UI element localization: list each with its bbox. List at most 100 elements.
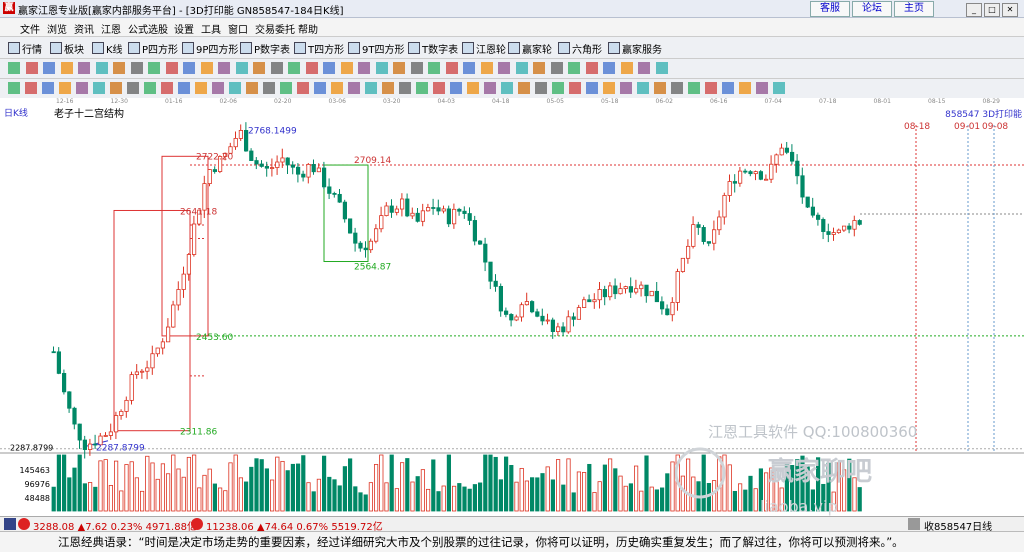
menu-browse[interactable]: 浏览 <box>47 21 67 36</box>
draw-tool-icon-5[interactable] <box>78 62 90 74</box>
analysis-tool-icon-20[interactable] <box>331 82 343 94</box>
analysis-tool-icon-11[interactable] <box>178 82 190 94</box>
analysis-tool-icon-27[interactable] <box>450 82 462 94</box>
draw-tool-icon-8[interactable] <box>130 62 143 74</box>
analysis-tool-icon-24[interactable] <box>399 82 411 94</box>
tb-hexagon[interactable]: 六角形 <box>558 41 602 56</box>
draw-tool-icon-4[interactable] <box>60 62 73 74</box>
analysis-tool-icon-7[interactable] <box>110 82 122 94</box>
analysis-tool-icon-23[interactable] <box>382 82 394 94</box>
draw-tool-icon-14[interactable] <box>235 62 248 74</box>
analysis-tool-icon-10[interactable] <box>161 82 173 94</box>
maximize-icon[interactable]: □ <box>984 3 1000 17</box>
tb-sectors[interactable]: 板块 <box>50 41 84 56</box>
menu-help[interactable]: 帮助 <box>298 21 318 36</box>
analysis-tool-icon-32[interactable] <box>535 82 547 94</box>
analysis-tool-icon-4[interactable] <box>59 82 71 94</box>
analysis-tool-icon-37[interactable] <box>620 82 632 94</box>
draw-tool-icon-22[interactable] <box>375 62 388 74</box>
draw-tool-icon-3[interactable] <box>43 62 55 74</box>
draw-tool-icon-20[interactable] <box>340 62 353 74</box>
analysis-tool-icon-13[interactable] <box>212 82 224 94</box>
draw-tool-icon-30[interactable] <box>515 62 528 74</box>
draw-tool-icon-7[interactable] <box>113 62 125 74</box>
menu-window[interactable]: 窗口 <box>228 21 248 36</box>
analysis-tool-icon-43[interactable] <box>722 82 734 94</box>
draw-tool-icon-12[interactable] <box>200 62 213 74</box>
draw-tool-icon-32[interactable] <box>550 62 563 74</box>
analysis-tool-icon-15[interactable] <box>246 82 258 94</box>
analysis-tool-icon-19[interactable] <box>314 82 326 94</box>
analysis-tool-icon-42[interactable] <box>705 82 717 94</box>
analysis-tool-icon-45[interactable] <box>756 82 768 94</box>
tb-service[interactable]: 赢家服务 <box>608 41 662 56</box>
menu-gann[interactable]: 江恩 <box>101 21 121 36</box>
analysis-tool-icon-22[interactable] <box>365 82 377 94</box>
analysis-tool-icon-18[interactable] <box>297 82 309 94</box>
draw-tool-icon-29[interactable] <box>498 62 510 74</box>
analysis-tool-icon-40[interactable] <box>671 82 683 94</box>
analysis-tool-icon-36[interactable] <box>603 82 615 94</box>
tb-gann-wheel[interactable]: 江恩轮 <box>462 41 506 56</box>
analysis-tool-icon-39[interactable] <box>654 82 666 94</box>
tb-winner-wheel[interactable]: 赢家轮 <box>508 41 552 56</box>
draw-tool-icon-18[interactable] <box>305 62 318 74</box>
analysis-tool-icon-29[interactable] <box>484 82 496 94</box>
analysis-tool-icon-17[interactable] <box>280 82 292 94</box>
draw-tool-icon-38[interactable] <box>655 62 668 74</box>
draw-tool-icon-17[interactable] <box>288 62 300 74</box>
draw-tool-icon-28[interactable] <box>480 62 493 74</box>
draw-tool-icon-33[interactable] <box>568 62 580 74</box>
draw-tool-icon-27[interactable] <box>463 62 475 74</box>
analysis-tool-icon-34[interactable] <box>569 82 581 94</box>
draw-tool-icon-15[interactable] <box>253 62 265 74</box>
tb-p-table[interactable]: P数字表 <box>240 41 290 56</box>
close-icon[interactable]: ✕ <box>1002 3 1018 17</box>
draw-tool-icon-24[interactable] <box>410 62 423 74</box>
draw-tool-icon-11[interactable] <box>183 62 195 74</box>
draw-tool-icon-36[interactable] <box>620 62 633 74</box>
analysis-tool-icon-21[interactable] <box>348 82 360 94</box>
analysis-tool-icon-6[interactable] <box>93 82 105 94</box>
analysis-tool-icon-8[interactable] <box>127 82 139 94</box>
draw-tool-icon-34[interactable] <box>585 62 598 74</box>
tb-t-square[interactable]: T四方形 <box>294 41 344 56</box>
tb-p-square[interactable]: P四方形 <box>128 41 178 56</box>
analysis-tool-icon-41[interactable] <box>688 82 700 94</box>
tb-kline[interactable]: K线 <box>92 41 123 56</box>
tb-9t-square[interactable]: 9T四方形 <box>348 41 404 56</box>
draw-tool-icon-31[interactable] <box>533 62 545 74</box>
analysis-tool-icon-33[interactable] <box>552 82 564 94</box>
analysis-tool-icon-28[interactable] <box>467 82 479 94</box>
analysis-tool-icon-38[interactable] <box>637 82 649 94</box>
minimize-icon[interactable]: _ <box>966 3 982 17</box>
menu-tools[interactable]: 工具 <box>201 21 221 36</box>
analysis-tool-icon-9[interactable] <box>144 82 156 94</box>
analysis-tool-icon-3[interactable] <box>42 82 54 94</box>
draw-tool-icon-16[interactable] <box>270 62 283 74</box>
tb-9p-square[interactable]: 9P四方形 <box>182 41 238 56</box>
analysis-tool-icon-25[interactable] <box>416 82 428 94</box>
draw-tool-icon-13[interactable] <box>218 62 230 74</box>
tb-quotes[interactable]: 行情 <box>8 41 42 56</box>
draw-tool-icon-2[interactable] <box>25 62 38 74</box>
draw-tool-icon-37[interactable] <box>638 62 650 74</box>
draw-tool-icon-1[interactable] <box>8 62 20 74</box>
draw-tool-icon-23[interactable] <box>393 62 405 74</box>
service-link[interactable]: 客服 <box>810 1 850 17</box>
draw-tool-icon-25[interactable] <box>428 62 440 74</box>
draw-tool-icon-26[interactable] <box>445 62 458 74</box>
analysis-tool-icon-46[interactable] <box>773 82 785 94</box>
analysis-tool-icon-26[interactable] <box>433 82 445 94</box>
analysis-tool-icon-44[interactable] <box>739 82 751 94</box>
grid-icon[interactable] <box>4 518 16 530</box>
analysis-tool-icon-30[interactable] <box>501 82 513 94</box>
draw-tool-icon-21[interactable] <box>358 62 370 74</box>
draw-tool-icon-9[interactable] <box>148 62 160 74</box>
menu-trade[interactable]: 交易委托 <box>255 21 295 36</box>
menu-settings[interactable]: 设置 <box>174 21 194 36</box>
draw-tool-icon-6[interactable] <box>95 62 108 74</box>
draw-tool-icon-10[interactable] <box>165 62 178 74</box>
menu-formula[interactable]: 公式选股 <box>128 21 168 36</box>
analysis-tool-icon-2[interactable] <box>25 82 37 94</box>
